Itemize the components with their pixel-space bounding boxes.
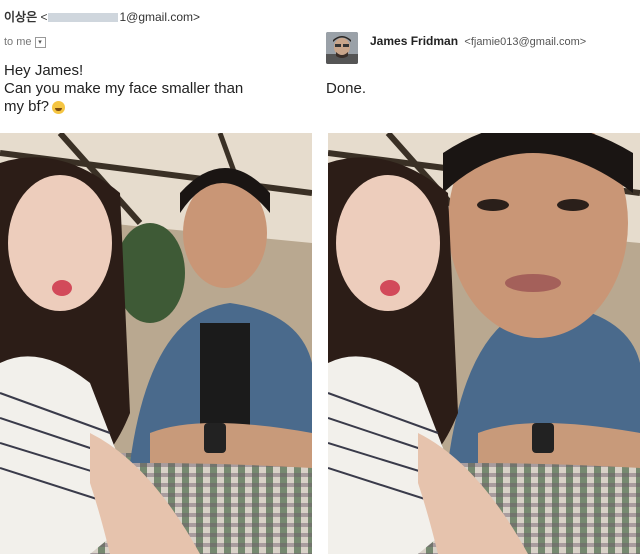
- crying-laughing-emoji-icon: [52, 100, 66, 114]
- sender-avatar: [326, 32, 358, 64]
- sender-name: James Fridman: [370, 34, 459, 48]
- sender-email-suffix: 1@gmail.com>: [119, 10, 201, 24]
- reply-text: Done.: [326, 80, 367, 97]
- message-line: my bf?: [4, 98, 50, 115]
- sender-email: <fjamie013@gmail.com>: [464, 36, 587, 48]
- original-email: 이상은 <1@gmail.com> to me ▾ Hey James! Can…: [0, 0, 318, 132]
- from-line: 이상은 <1@gmail.com>: [4, 8, 200, 25]
- sender-email-open: <: [40, 10, 48, 24]
- edited-photo: [328, 133, 640, 554]
- recipient-line: to me ▾: [4, 36, 46, 48]
- redacted-email-bar: [48, 13, 119, 23]
- to-label: to me: [4, 36, 32, 48]
- reply-email: James Fridman <fjamie013@gmail.com> Done…: [322, 0, 640, 132]
- sender-line: James Fridman <fjamie013@gmail.com>: [370, 34, 586, 48]
- sender-name: 이상은: [4, 10, 38, 24]
- chevron-down-icon[interactable]: ▾: [34, 36, 46, 48]
- message-line: Hey James!: [4, 62, 84, 79]
- email-body: Hey James! Can you make my face smaller …: [4, 62, 304, 116]
- original-photo: [0, 133, 312, 554]
- message-line: Can you make my face smaller than: [4, 80, 244, 97]
